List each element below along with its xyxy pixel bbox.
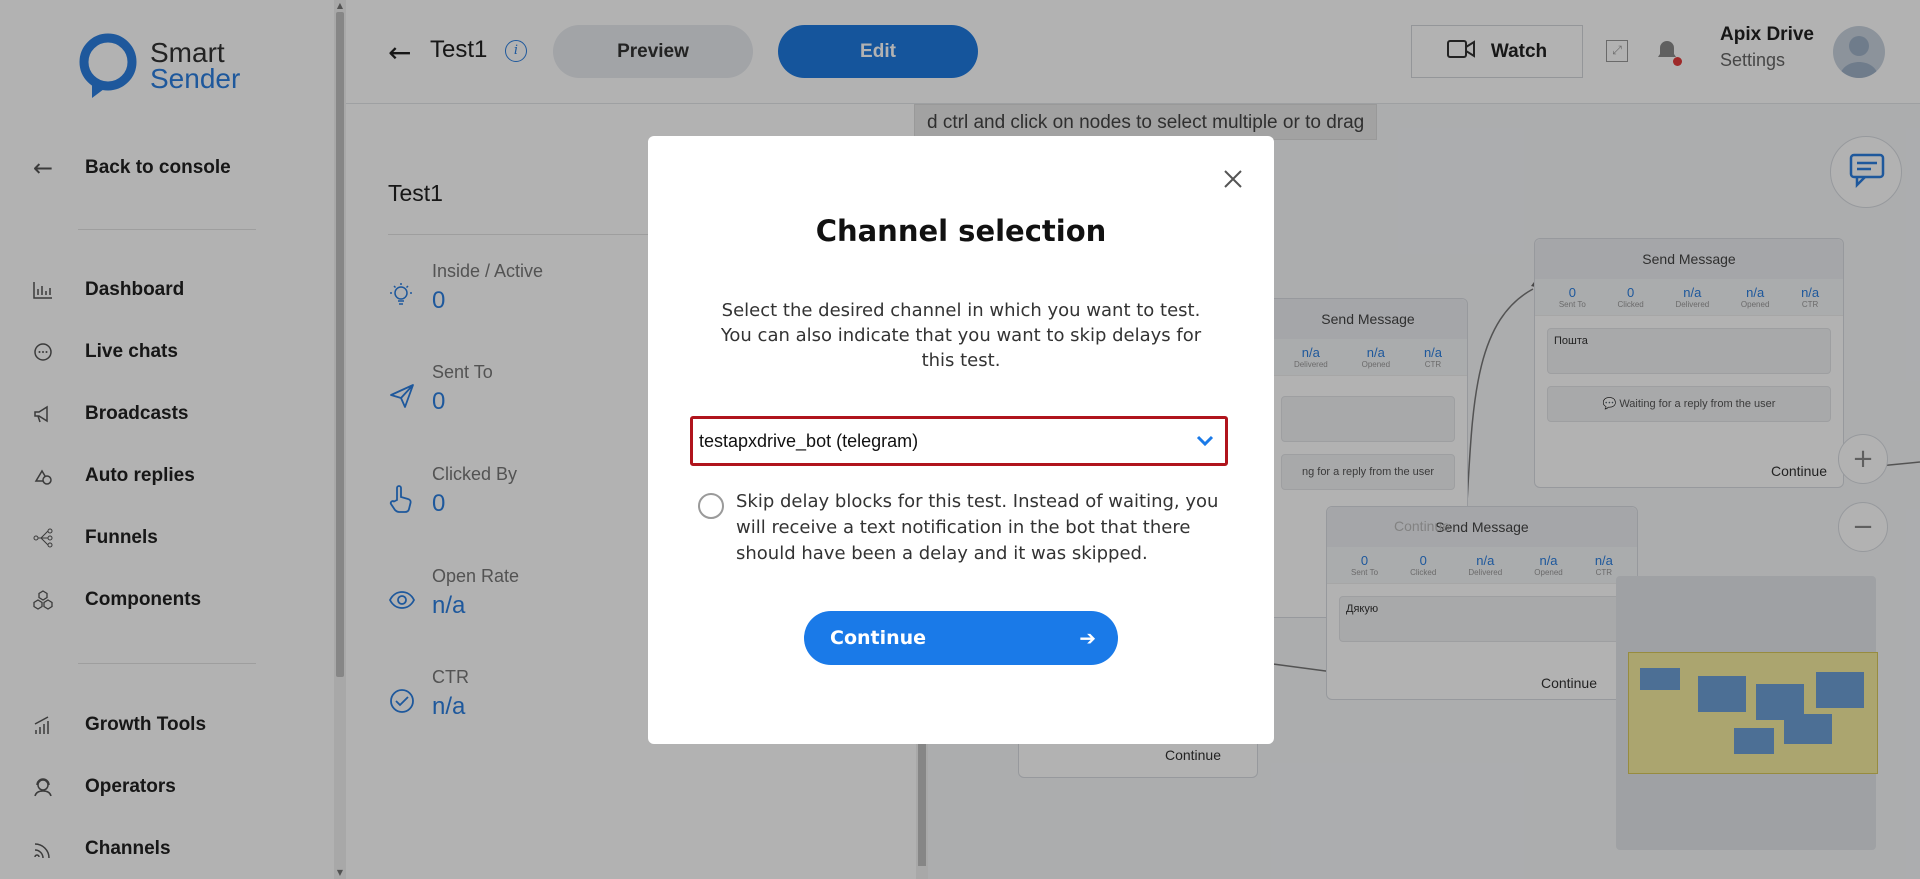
- continue-label: Continue: [830, 627, 927, 649]
- arrow-right-icon: ➔: [1079, 626, 1096, 650]
- chevron-down-icon: [1195, 431, 1215, 451]
- channel-selection-modal: Channel selection Select the desired cha…: [648, 136, 1274, 744]
- continue-button[interactable]: Continue ➔: [804, 611, 1118, 665]
- channel-select[interactable]: testapxdrive_bot (telegram): [690, 416, 1228, 466]
- channel-select-value: testapxdrive_bot (telegram): [699, 431, 919, 451]
- close-icon[interactable]: [1218, 166, 1248, 196]
- modal-description: Select the desired channel in which you …: [720, 300, 1202, 371]
- skip-delay-radio[interactable]: [698, 493, 724, 519]
- skip-delay-label: Skip delay blocks for this test. Instead…: [736, 491, 1219, 564]
- modal-title: Channel selection: [815, 214, 1107, 248]
